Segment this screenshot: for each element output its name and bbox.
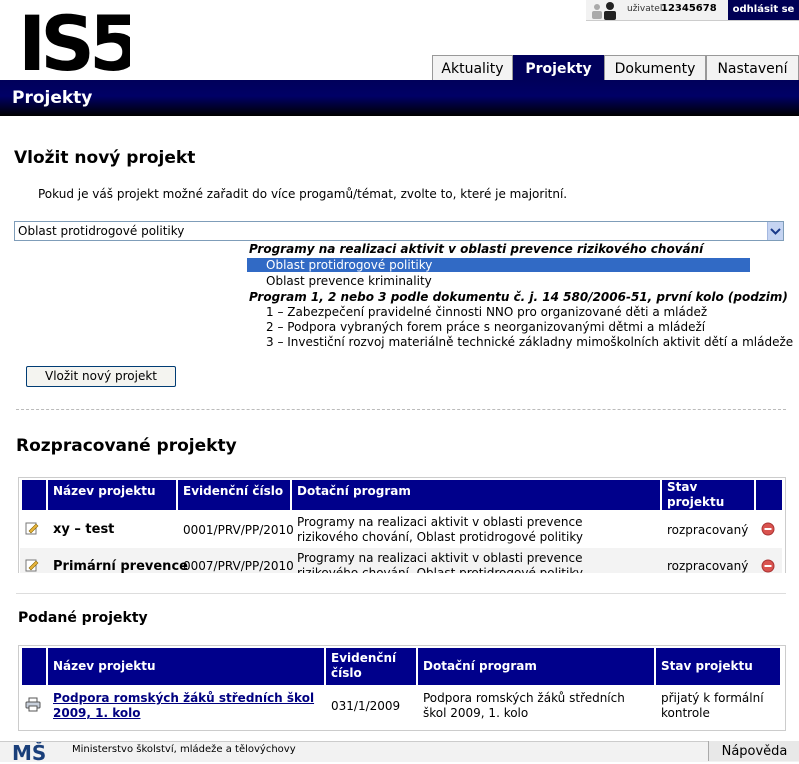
column-header-program: Dotační program bbox=[292, 480, 660, 510]
user-icon bbox=[589, 1, 623, 20]
column-header-number: Evidenční číslo bbox=[178, 480, 290, 510]
submitted-row-status: přijatý k formální kontrole bbox=[661, 691, 764, 720]
pencil-icon[interactable] bbox=[25, 521, 39, 538]
dropdown-option[interactable]: Oblast prevence kriminality bbox=[266, 274, 432, 288]
dropdown-option[interactable]: 3 – Investiční rozvoj materiálně technic… bbox=[266, 335, 793, 349]
chevron-down-icon[interactable] bbox=[767, 222, 783, 240]
ministry-name: Ministerstvo školství, mládeže a tělovýc… bbox=[72, 744, 296, 755]
draft-row-program: Programy na realizaci aktivit v oblasti … bbox=[297, 515, 583, 544]
draft-projects-heading: Rozpracované projekty bbox=[16, 436, 237, 456]
column-header-name: Název projektu bbox=[48, 480, 176, 510]
draft-row-name[interactable]: Primární prevence bbox=[48, 559, 193, 574]
dropdown-group-label: Programy na realizaci aktivit v oblasti … bbox=[249, 242, 704, 256]
draft-row-status: rozpracovaný bbox=[667, 559, 749, 573]
help-button[interactable]: Nápověda bbox=[708, 741, 799, 761]
project-link[interactable]: Podpora romských žáků středních škol 200… bbox=[53, 691, 314, 720]
user-id: 12345678 bbox=[661, 3, 717, 14]
section-gap bbox=[0, 573, 799, 593]
submitted-row-name[interactable]: Podpora romských žáků středních škol 200… bbox=[48, 691, 324, 721]
column-header-status: Stav projektu bbox=[662, 480, 754, 510]
divider bbox=[16, 593, 786, 594]
draft-row-number: 0007/PRV/PP/2010 bbox=[183, 559, 294, 573]
tab-aktuality[interactable]: Aktuality bbox=[432, 55, 513, 80]
ministry-logo-text: MŠ bbox=[12, 742, 46, 761]
tab-dokumenty[interactable]: Dokumenty bbox=[604, 55, 706, 80]
page-title: Projekty bbox=[12, 88, 93, 108]
draft-row-name[interactable]: xy – test bbox=[48, 522, 119, 537]
table-header-cell bbox=[22, 480, 46, 510]
title-bar bbox=[0, 80, 799, 116]
user-label: uživatel bbox=[627, 4, 663, 14]
divider bbox=[16, 409, 786, 410]
tab-projekty[interactable]: Projekty bbox=[513, 55, 604, 80]
dropdown-option[interactable]: Oblast protidrogové politiky bbox=[247, 258, 750, 272]
dropdown-group-label: Program 1, 2 nebo 3 podle dokumentu č. j… bbox=[249, 290, 788, 304]
submitted-projects-heading: Podané projekty bbox=[18, 610, 148, 626]
insert-project-button[interactable]: Vložit nový projekt bbox=[26, 366, 176, 387]
logout-button[interactable]: odhlásit se bbox=[728, 0, 799, 20]
submitted-row-program: Podpora romských žáků středních škol 200… bbox=[423, 691, 625, 720]
program-select-value: Oblast protidrogové politiky bbox=[18, 224, 185, 238]
logo-text-is: IS51 bbox=[18, 6, 130, 74]
printer-icon[interactable] bbox=[25, 697, 41, 715]
new-project-hint: Pokud je váš projekt možné zařadit do ví… bbox=[38, 187, 568, 201]
new-project-heading: Vložit nový projekt bbox=[14, 148, 196, 168]
dropdown-option[interactable]: 1 – Zabezpečení pravidelné činnosti NNO … bbox=[266, 305, 707, 319]
draft-row-status: rozpracovaný bbox=[667, 523, 749, 537]
tab-nastaveni[interactable]: Nastavení bbox=[706, 55, 799, 80]
dropdown-option[interactable]: 2 – Podpora vybraných forem práce s neor… bbox=[266, 320, 705, 334]
draft-row-number: 0001/PRV/PP/2010 bbox=[183, 523, 294, 537]
delete-icon[interactable] bbox=[761, 522, 775, 539]
table-header-cell bbox=[22, 648, 46, 685]
logo: IS51 bbox=[18, 0, 190, 88]
column-header-name: Název projektu bbox=[48, 648, 324, 685]
column-header-status: Stav projektu bbox=[656, 648, 780, 685]
table-header-cell bbox=[756, 480, 782, 510]
column-header-number: Evidenční číslo bbox=[326, 648, 416, 685]
program-dropdown-list: Programy na realizaci aktivit v oblasti … bbox=[246, 241, 793, 351]
submitted-row-number: 031/1/2009 bbox=[331, 699, 401, 713]
column-header-program: Dotační program bbox=[418, 648, 654, 685]
